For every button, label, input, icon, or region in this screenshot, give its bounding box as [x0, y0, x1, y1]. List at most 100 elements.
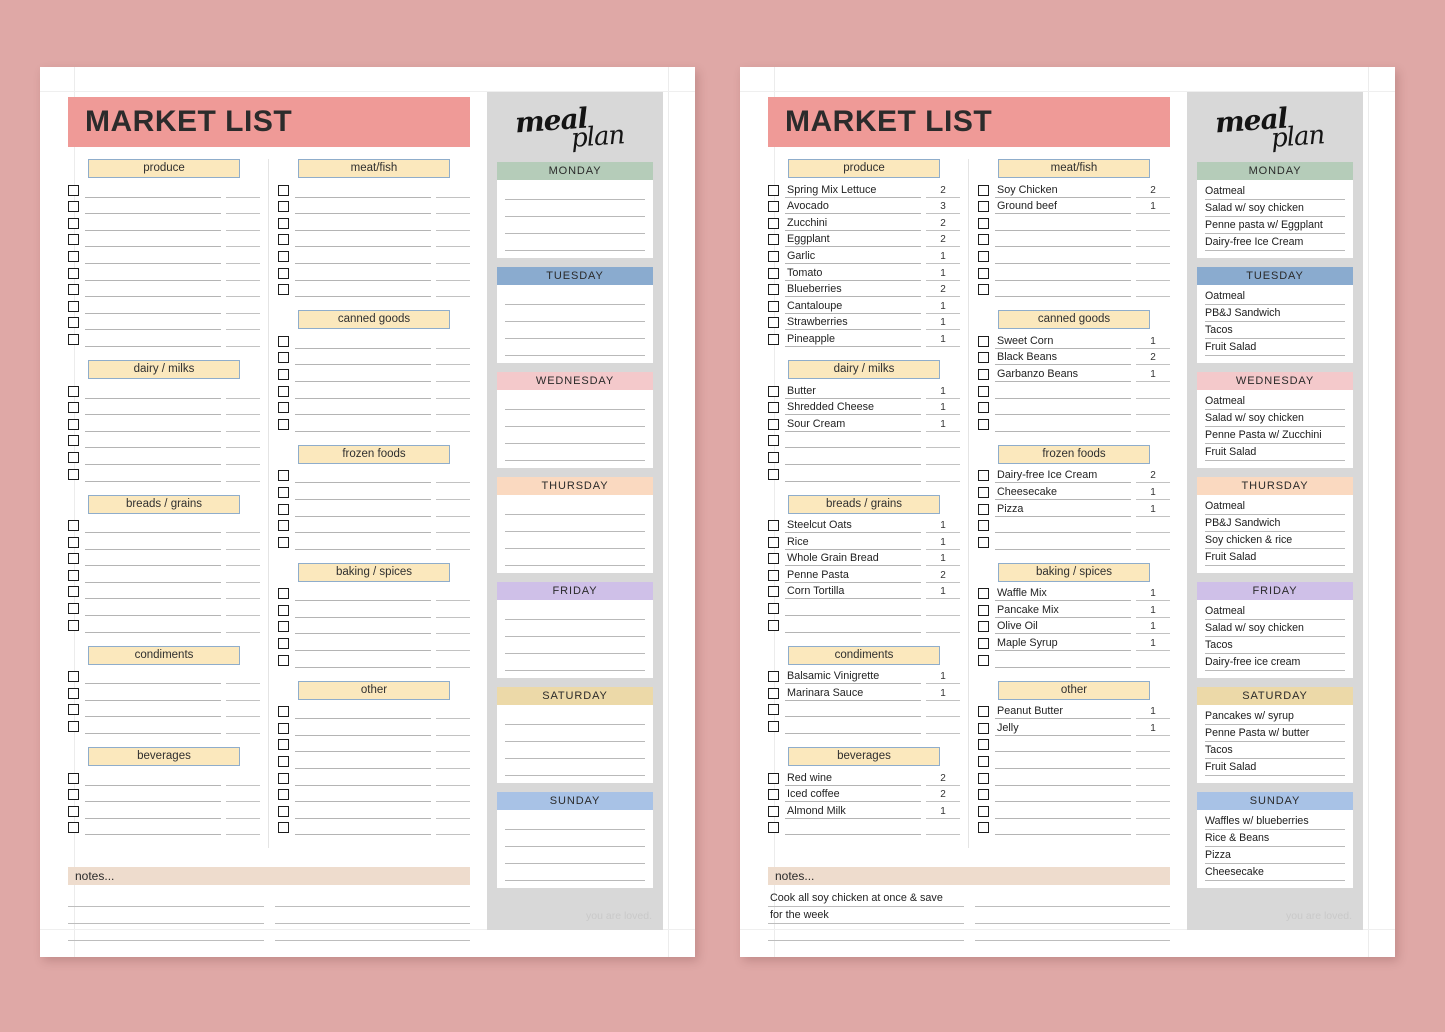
- item-name-input[interactable]: [995, 535, 1131, 550]
- item-quantity-input[interactable]: [226, 787, 260, 803]
- checkbox-icon[interactable]: [768, 619, 779, 631]
- notes-line-right[interactable]: [274, 890, 470, 907]
- checkbox-icon[interactable]: [978, 654, 989, 666]
- item-name-input[interactable]: [295, 754, 431, 770]
- item-quantity-input[interactable]: 1: [926, 384, 960, 399]
- checkbox-icon[interactable]: [768, 553, 779, 565]
- notes-line-left[interactable]: [768, 924, 964, 941]
- item-name-input[interactable]: Jelly: [995, 721, 1131, 736]
- item-name-input[interactable]: [295, 704, 431, 720]
- item-name-input[interactable]: Waffle Mix: [995, 586, 1131, 602]
- meal-entry[interactable]: Salad w/ soy chicken: [1205, 620, 1345, 637]
- item-name-input[interactable]: [995, 400, 1131, 416]
- item-name-input[interactable]: [295, 535, 431, 550]
- item-quantity-input[interactable]: [226, 518, 260, 534]
- list-item[interactable]: Sour Cream 1: [768, 415, 960, 432]
- item-quantity-input[interactable]: 1: [1136, 334, 1170, 349]
- item-quantity-input[interactable]: [436, 619, 470, 635]
- list-item[interactable]: Pizza 1: [978, 500, 1170, 517]
- item-name-input[interactable]: Sour Cream: [785, 417, 921, 432]
- item-name-input[interactable]: [295, 653, 431, 668]
- item-name-input[interactable]: [85, 820, 221, 836]
- list-item[interactable]: [768, 465, 960, 482]
- checkbox-icon[interactable]: [278, 470, 289, 482]
- list-item[interactable]: Garlic 1: [768, 247, 960, 264]
- checkbox-icon[interactable]: [978, 520, 989, 532]
- item-quantity-input[interactable]: [226, 315, 260, 331]
- list-item[interactable]: [978, 517, 1170, 534]
- list-item[interactable]: [278, 703, 470, 720]
- item-quantity-input[interactable]: 1: [926, 249, 960, 264]
- meal-entry[interactable]: PB&J Sandwich: [1205, 515, 1345, 532]
- checkbox-icon[interactable]: [68, 468, 79, 480]
- item-quantity-input[interactable]: [926, 467, 960, 482]
- checkbox-icon[interactable]: [68, 402, 79, 414]
- checkbox-icon[interactable]: [978, 402, 989, 414]
- checkbox-icon[interactable]: [768, 687, 779, 699]
- item-name-input[interactable]: [785, 601, 921, 617]
- checkbox-icon[interactable]: [978, 739, 989, 751]
- item-name-input[interactable]: [295, 334, 431, 349]
- checkbox-icon[interactable]: [768, 586, 779, 598]
- item-name-input[interactable]: [295, 804, 431, 819]
- item-quantity-input[interactable]: [226, 433, 260, 449]
- checkbox-icon[interactable]: [768, 201, 779, 213]
- item-quantity-input[interactable]: 2: [926, 771, 960, 786]
- checkbox-icon[interactable]: [768, 603, 779, 615]
- item-quantity-input[interactable]: [436, 266, 470, 281]
- checkbox-icon[interactable]: [768, 772, 779, 784]
- item-quantity-input[interactable]: 1: [1136, 704, 1170, 720]
- list-item[interactable]: Eggplant 2: [768, 231, 960, 248]
- item-quantity-input[interactable]: 1: [1136, 619, 1170, 635]
- meal-entry[interactable]: [505, 339, 645, 356]
- checkbox-icon[interactable]: [978, 352, 989, 364]
- item-quantity-input[interactable]: [436, 636, 470, 652]
- item-name-input[interactable]: [85, 183, 221, 198]
- checkbox-icon[interactable]: [68, 520, 79, 532]
- list-item[interactable]: Steelcut Oats 1: [768, 517, 960, 534]
- item-quantity-input[interactable]: [926, 719, 960, 735]
- item-quantity-input[interactable]: 2: [1136, 350, 1170, 366]
- list-item[interactable]: [278, 651, 470, 668]
- list-item[interactable]: [278, 415, 470, 432]
- meal-entry[interactable]: [505, 305, 645, 322]
- list-item[interactable]: [278, 247, 470, 264]
- item-name-input[interactable]: [85, 551, 221, 567]
- meal-entry[interactable]: Soy chicken & rice: [1205, 532, 1345, 549]
- list-item[interactable]: Peanut Butter 1: [978, 703, 1170, 720]
- checkbox-icon[interactable]: [278, 621, 289, 633]
- item-name-input[interactable]: [995, 417, 1131, 432]
- checkbox-icon[interactable]: [978, 536, 989, 548]
- checkbox-icon[interactable]: [278, 402, 289, 414]
- item-name-input[interactable]: Garlic: [785, 249, 921, 264]
- meal-entry[interactable]: [505, 725, 645, 742]
- item-quantity-input[interactable]: [436, 282, 470, 298]
- item-name-input[interactable]: Pineapple: [785, 332, 921, 347]
- list-item[interactable]: [68, 214, 260, 231]
- meal-entry[interactable]: Salad w/ soy chicken: [1205, 410, 1345, 427]
- checkbox-icon[interactable]: [768, 317, 779, 329]
- list-item[interactable]: [68, 231, 260, 248]
- list-item[interactable]: [278, 231, 470, 248]
- list-item[interactable]: Blueberries 2: [768, 281, 960, 298]
- item-quantity-input[interactable]: [226, 601, 260, 617]
- item-quantity-input[interactable]: 2: [926, 183, 960, 198]
- item-name-input[interactable]: Cheesecake: [995, 485, 1131, 500]
- item-quantity-input[interactable]: [436, 350, 470, 366]
- item-name-input[interactable]: [995, 384, 1131, 399]
- item-quantity-input[interactable]: 1: [926, 669, 960, 685]
- checkbox-icon[interactable]: [768, 805, 779, 817]
- list-item[interactable]: [68, 330, 260, 347]
- meal-entry[interactable]: Pizza: [1205, 847, 1345, 864]
- checkbox-icon[interactable]: [68, 721, 79, 733]
- meal-entry[interactable]: Oatmeal: [1205, 288, 1345, 305]
- meal-entry[interactable]: [505, 393, 645, 410]
- meal-entry[interactable]: PB&J Sandwich: [1205, 305, 1345, 322]
- item-name-input[interactable]: [295, 232, 431, 248]
- item-name-input[interactable]: [995, 282, 1131, 298]
- item-quantity-input[interactable]: [226, 804, 260, 819]
- item-name-input[interactable]: [85, 618, 221, 633]
- item-name-input[interactable]: [995, 820, 1131, 836]
- item-quantity-input[interactable]: 1: [1136, 485, 1170, 500]
- item-name-input[interactable]: [85, 332, 221, 347]
